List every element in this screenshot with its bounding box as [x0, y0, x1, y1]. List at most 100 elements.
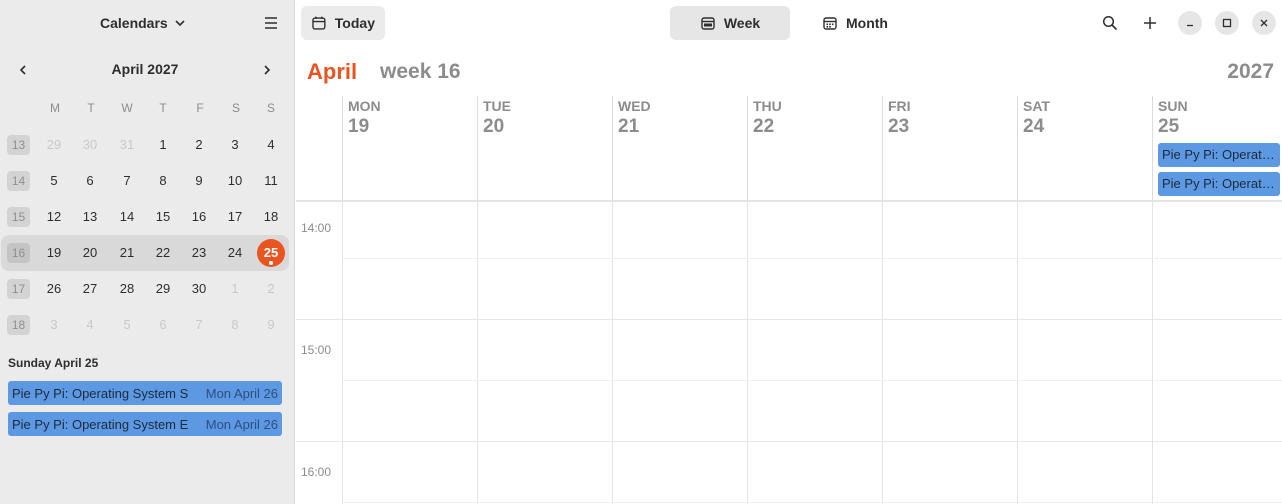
mini-calendar-day[interactable]: 19	[40, 241, 68, 265]
mini-calendar-week-row: 18 3 4 5 6 7 8 9	[0, 307, 295, 343]
close-window-button[interactable]	[1252, 11, 1276, 35]
new-event-button[interactable]	[1138, 11, 1162, 35]
day-number-text: 29	[46, 137, 62, 152]
day-number-text: 4	[86, 317, 94, 332]
search-button[interactable]	[1098, 11, 1122, 35]
day-name: THU	[753, 98, 782, 114]
mini-calendar-day[interactable]: 23	[185, 241, 213, 265]
mini-calendar-day[interactable]: 24	[221, 241, 249, 265]
mini-calendar-day[interactable]: 16	[185, 205, 213, 229]
day-number-text: 16	[191, 209, 207, 224]
grid-hour-line	[296, 441, 1282, 442]
mini-calendar-day[interactable]: 9	[257, 313, 285, 337]
mini-calendar-day[interactable]: 4	[257, 133, 285, 157]
day-column-header[interactable]: FRI 23	[882, 96, 1017, 200]
week-view-week-number: week 16	[380, 60, 461, 83]
day-column-header[interactable]: SAT 24	[1017, 96, 1152, 200]
mini-calendar-day[interactable]: 3	[221, 133, 249, 157]
mini-calendar-day[interactable]: 31	[113, 133, 141, 157]
day-number-text: 26	[46, 281, 62, 296]
mini-calendar-day[interactable]: 1	[221, 277, 249, 301]
day-column-header[interactable]: TUE 20	[477, 96, 612, 200]
hamburger-menu-icon	[265, 17, 277, 29]
day-number-text: 23	[191, 245, 207, 260]
month-navigator: April 2027	[0, 52, 295, 86]
day-number-text: 6	[159, 317, 167, 332]
time-label: 16:00	[301, 465, 332, 479]
mini-calendar-day[interactable]: 10	[221, 169, 249, 193]
mini-calendar-day[interactable]: 8	[221, 313, 249, 337]
mini-calendar-day[interactable]: 17	[221, 205, 249, 229]
mini-calendar-day[interactable]: 15	[149, 205, 177, 229]
mini-calendar-day[interactable]: 20	[76, 241, 104, 265]
mini-calendar-day[interactable]: 12	[40, 205, 68, 229]
week-number-label[interactable]: 14	[7, 171, 30, 191]
mini-calendar-day-today[interactable]: 25	[257, 239, 285, 267]
day-number-text: 21	[119, 245, 135, 260]
mini-calendar-day[interactable]: 4	[76, 313, 104, 337]
day-number-text: 9	[267, 317, 275, 332]
minimize-button[interactable]	[1178, 11, 1202, 35]
maximize-button[interactable]	[1215, 11, 1239, 35]
day-number-text: 31	[119, 137, 135, 152]
next-month-button[interactable]	[256, 59, 278, 81]
mini-calendar-day[interactable]: 2	[257, 277, 285, 301]
grid-hour-line	[296, 319, 1282, 320]
main-menu-button[interactable]	[262, 14, 280, 32]
day-column-header[interactable]: WED 21	[612, 96, 747, 200]
mini-calendar-day[interactable]: 27	[76, 277, 104, 301]
agenda-event-title: Pie Py Pi: Operating System S	[12, 385, 189, 401]
day-number: 20	[483, 116, 505, 137]
mini-calendar-day[interactable]: 21	[113, 241, 141, 265]
mini-calendar-day[interactable]: 1	[149, 133, 177, 157]
weekday-label: W	[121, 101, 133, 115]
day-number-text: 1	[231, 281, 239, 296]
week-number-label[interactable]: 13	[7, 135, 30, 155]
day-number: 25	[1158, 116, 1180, 137]
mini-calendar-day[interactable]: 18	[257, 205, 285, 229]
mini-calendar-day[interactable]: 30	[76, 133, 104, 157]
mini-calendar-day[interactable]: 3	[40, 313, 68, 337]
all-day-event[interactable]: Pie Py Pi: Operating System E	[1158, 172, 1280, 196]
mini-calendar-day[interactable]: 11	[257, 169, 285, 193]
day-name: SUN	[1158, 98, 1188, 114]
agenda-event[interactable]: Pie Py Pi: Operating System E Mon April …	[8, 412, 282, 436]
week-view-year: 2027	[1227, 60, 1274, 83]
mini-calendar-day[interactable]: 29	[149, 277, 177, 301]
week-number-label[interactable]: 16	[7, 243, 30, 263]
mini-calendar-day[interactable]: 30	[185, 277, 213, 301]
week-number-label[interactable]: 17	[7, 279, 30, 299]
calendars-menu-button[interactable]: Calendars	[100, 12, 186, 34]
day-column-header[interactable]: MON 19	[342, 96, 477, 200]
sidebar: Calendars April 2027 M T W T F S S 13 29 3…	[0, 0, 295, 504]
mini-calendar-day[interactable]: 2	[185, 133, 213, 157]
mini-calendar-day[interactable]: 7	[113, 169, 141, 193]
month-view-button[interactable]: Month	[810, 6, 900, 40]
week-number-label[interactable]: 18	[7, 315, 30, 335]
mini-calendar-day[interactable]: 5	[113, 313, 141, 337]
mini-calendar-day[interactable]: 8	[149, 169, 177, 193]
day-number: 23	[888, 116, 910, 137]
day-number: 22	[753, 116, 775, 137]
agenda-event[interactable]: Pie Py Pi: Operating System S Mon April …	[8, 381, 282, 405]
day-number-text: 27	[82, 281, 98, 296]
mini-calendar-day[interactable]: 6	[149, 313, 177, 337]
mini-calendar-week-row: 15 12 13 14 15 16 17 18	[0, 199, 295, 235]
mini-calendar-day[interactable]: 13	[76, 205, 104, 229]
today-button[interactable]: Today	[301, 6, 385, 40]
mini-calendar-day[interactable]: 6	[76, 169, 104, 193]
mini-calendar-day[interactable]: 29	[40, 133, 68, 157]
week-view-button[interactable]: Week	[670, 6, 790, 40]
mini-calendar-day[interactable]: 9	[185, 169, 213, 193]
mini-calendar-day[interactable]: 5	[40, 169, 68, 193]
day-column-header[interactable]: THU 22	[747, 96, 882, 200]
week-number-label[interactable]: 15	[7, 207, 30, 227]
mini-calendar-day[interactable]: 28	[113, 277, 141, 301]
mini-calendar-day[interactable]: 7	[185, 313, 213, 337]
mini-calendar-day[interactable]: 14	[113, 205, 141, 229]
mini-calendar-week-row: 16 19 20 21 22 23 24 25	[1, 235, 289, 271]
plus-icon	[1144, 17, 1156, 29]
all-day-event[interactable]: Pie Py Pi: Operating System S	[1158, 143, 1280, 167]
mini-calendar-day[interactable]: 26	[40, 277, 68, 301]
mini-calendar-day[interactable]: 22	[149, 241, 177, 265]
